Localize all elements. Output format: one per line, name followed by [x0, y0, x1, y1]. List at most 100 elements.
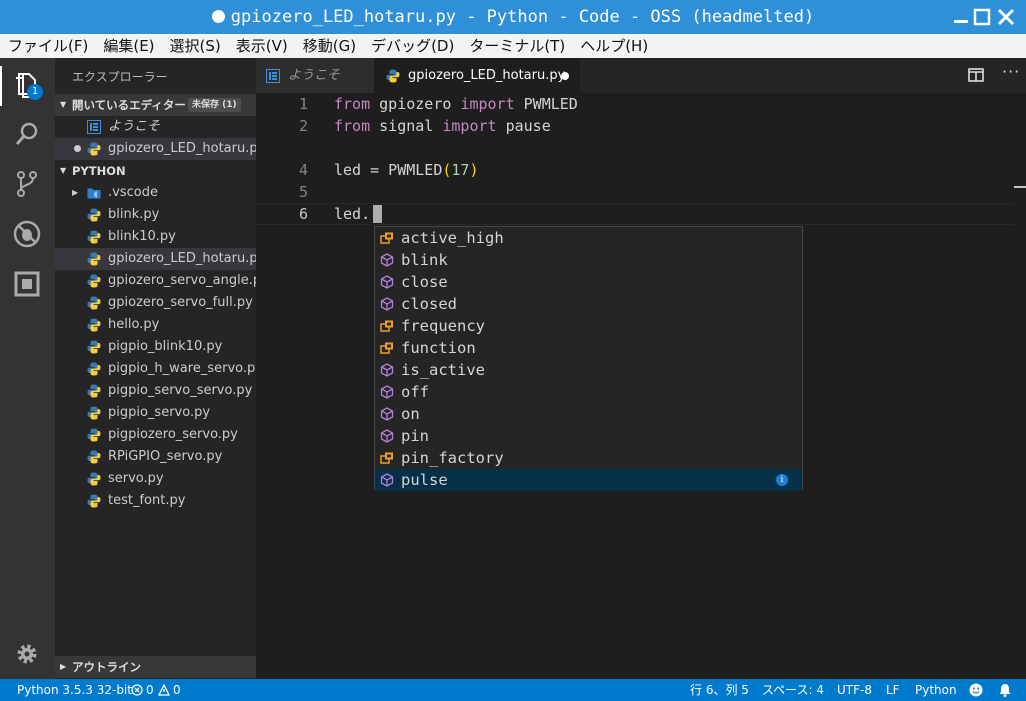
file-item[interactable]: hello.py: [55, 314, 256, 336]
suggestion-item[interactable]: on: [375, 403, 802, 425]
file-item[interactable]: RPiGPIO_servo.py: [55, 446, 256, 468]
eol-selector[interactable]: LF: [886, 679, 900, 701]
file-item[interactable]: blink.py: [55, 204, 256, 226]
suggestion-item[interactable]: frequency: [375, 315, 802, 337]
open-editors-header[interactable]: ▼ 開いているエディター 未保存 (1): [55, 94, 256, 116]
expand-arrow-icon: ▶: [72, 188, 79, 197]
file-item-label: blink10.py: [108, 229, 176, 244]
unsaved-dot-icon[interactable]: [561, 72, 569, 80]
tab-welcome-label: ようこそ: [288, 68, 341, 83]
suggestion-item[interactable]: pulse i: [375, 469, 802, 491]
python-file-icon: [87, 318, 101, 332]
expand-arrow-icon: ▶: [60, 662, 67, 671]
notifications-bell-icon[interactable]: [998, 683, 1012, 697]
method-icon: [380, 253, 394, 267]
language-selector[interactable]: Python: [915, 679, 957, 701]
python-file-icon: [87, 384, 101, 398]
module: gpiozero: [370, 95, 461, 113]
active-indicator: [0, 66, 2, 106]
unsaved-dot-icon: [74, 145, 81, 152]
file-item[interactable]: pigpio_blink10.py: [55, 336, 256, 358]
number-literal: 17: [451, 161, 470, 179]
close-window-button[interactable]: [996, 7, 1016, 27]
extensions-icon[interactable]: [13, 270, 41, 298]
maximize-button[interactable]: [972, 7, 992, 27]
python-interpreter-selector[interactable]: Python 3.5.3 32-bit: [17, 679, 132, 701]
python-folder-label: PYTHON: [72, 164, 126, 178]
line-number: 1: [298, 95, 308, 113]
feedback-smiley-icon[interactable]: [969, 683, 983, 697]
menu-terminal[interactable]: ターミナル(T): [461, 34, 572, 58]
open-editor-welcome[interactable]: ようこそ: [55, 116, 256, 138]
cursor-position[interactable]: 行 6、列 5: [690, 679, 749, 701]
suggestion-item[interactable]: pin: [375, 425, 802, 447]
suggestion-item[interactable]: active_high: [375, 227, 802, 249]
python-file-icon: [87, 340, 101, 354]
menu-help[interactable]: ヘルプ(H): [572, 34, 655, 58]
outline-header[interactable]: ▶ アウトライン: [55, 656, 256, 678]
file-item-label: pigpio_servo.py: [108, 405, 211, 420]
indentation-selector[interactable]: スペース: 4: [762, 679, 824, 701]
search-icon[interactable]: [13, 120, 41, 148]
identifier: pause: [496, 117, 551, 135]
file-item[interactable]: gpiozero_servo_angle.py: [55, 270, 269, 292]
method-icon: [380, 363, 394, 377]
python-file-icon: [87, 230, 101, 244]
source-control-icon[interactable]: [13, 170, 41, 198]
line-number: 5: [298, 183, 308, 201]
encoding-selector[interactable]: UTF-8: [837, 679, 872, 701]
info-icon[interactable]: i: [776, 474, 788, 486]
menu-file[interactable]: ファイル(F): [0, 34, 95, 58]
minimize-button[interactable]: [951, 7, 971, 27]
suggestion-item[interactable]: function: [375, 337, 802, 359]
open-editor-welcome-label: ようこそ: [108, 119, 161, 134]
file-item[interactable]: test_font.py: [55, 490, 256, 512]
file-item[interactable]: pigpio_servo.py: [55, 402, 256, 424]
python-folder-header[interactable]: ▼ PYTHON: [55, 160, 256, 182]
open-editor-gpiozero[interactable]: gpiozero_LED_hotaru.py: [55, 138, 265, 160]
file-item[interactable]: gpiozero_servo_full.py: [55, 292, 256, 314]
file-item-label: test_font.py: [108, 493, 186, 508]
suggestion-item[interactable]: blink: [375, 249, 802, 271]
suggestion-label: on: [401, 405, 420, 423]
menu-go[interactable]: 移動(G): [295, 34, 363, 58]
tab-welcome[interactable]: ようこそ: [256, 58, 374, 93]
debug-icon[interactable]: [13, 220, 41, 248]
menu-debug[interactable]: デバッグ(D): [363, 34, 461, 58]
settings-gear-icon[interactable]: [13, 640, 41, 668]
suggestion-item[interactable]: off: [375, 381, 802, 403]
error-count: 0: [146, 683, 154, 697]
more-actions-icon[interactable]: ···: [1002, 62, 1020, 81]
suggestion-label: frequency: [401, 317, 485, 335]
text-cursor: [373, 205, 382, 223]
python-file-icon: [87, 142, 101, 156]
python-file-icon: [87, 208, 101, 222]
folder-vscode[interactable]: ▶ .vscode: [55, 182, 256, 204]
suggestion-item[interactable]: is_active: [375, 359, 802, 381]
file-item[interactable]: pigpio_servo_servo.py: [55, 380, 256, 402]
menu-edit[interactable]: 編集(E): [95, 34, 161, 58]
method-icon: [380, 429, 394, 443]
file-item[interactable]: pigpio_h_ware_servo.py: [55, 358, 263, 380]
line-number-current: 6: [298, 205, 308, 223]
python-file-icon: [87, 494, 101, 508]
suggestion-item[interactable]: close: [375, 271, 802, 293]
menu-view[interactable]: 表示(V): [228, 34, 295, 58]
file-item[interactable]: gpiozero_LED_hotaru.py: [55, 248, 265, 270]
file-item[interactable]: servo.py: [55, 468, 256, 490]
suggestion-item[interactable]: closed: [375, 293, 802, 315]
file-item-label: hello.py: [108, 317, 160, 332]
line-number: 4: [298, 161, 308, 179]
file-item-label: gpiozero_servo_full.py: [108, 295, 253, 310]
file-item[interactable]: blink10.py: [55, 226, 256, 248]
menu-selection[interactable]: 選択(S): [162, 34, 228, 58]
file-item[interactable]: pigpiozero_servo.py: [55, 424, 256, 446]
python-file-icon: [87, 450, 101, 464]
suggestion-item[interactable]: pin_factory: [375, 447, 802, 469]
tab-gpiozero[interactable]: gpiozero_LED_hotaru.py: [374, 58, 580, 93]
suggestion-label: pulse: [401, 471, 448, 489]
split-editor-icon[interactable]: [968, 68, 984, 82]
suggestion-label: pin: [401, 427, 429, 445]
method-icon: [380, 407, 394, 421]
keyword: import: [460, 95, 515, 113]
